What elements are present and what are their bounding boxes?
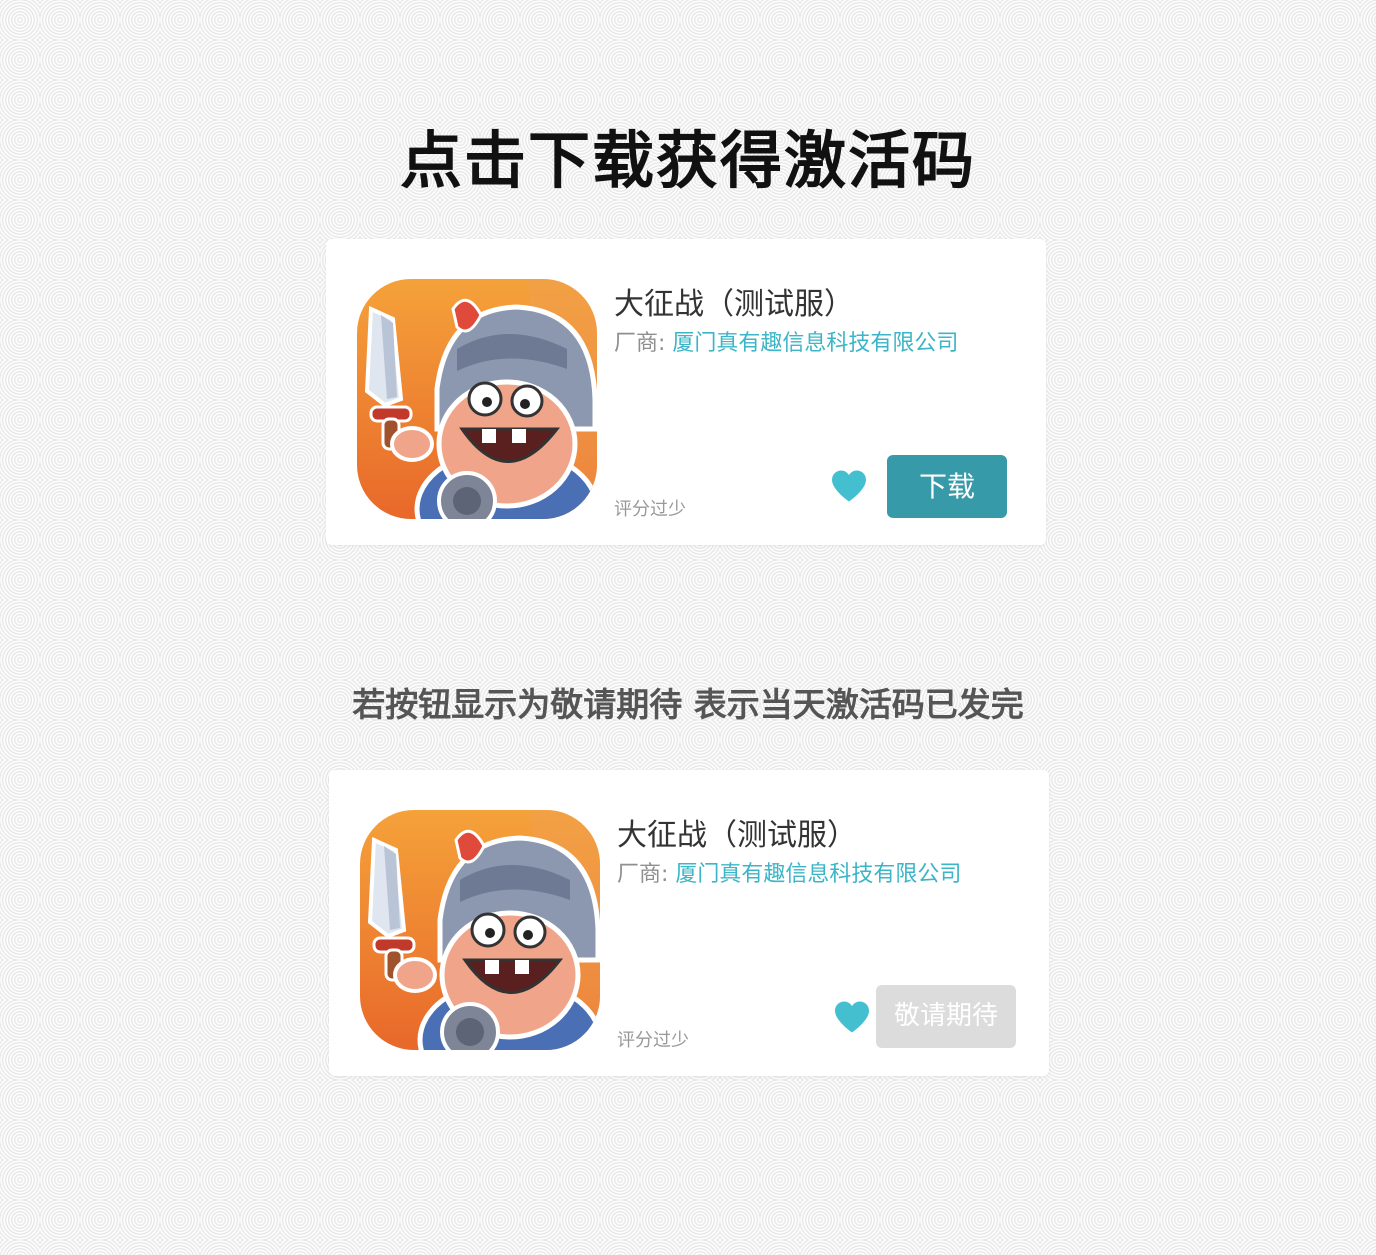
rating-text: 评分过少 bbox=[614, 499, 686, 520]
vendor-info: 厂商: 厦门真有趣信息科技有限公司 bbox=[614, 325, 958, 357]
app-card: 大征战（测试服） 厂商: 厦门真有趣信息科技有限公司 评分过少 敬请期待 bbox=[329, 770, 1049, 1076]
download-button[interactable]: 下载 bbox=[887, 455, 1007, 518]
heart-icon[interactable] bbox=[830, 469, 868, 503]
app-name: 大征战（测试服） bbox=[617, 818, 857, 853]
notice-text: 若按钮显示为敬请期待 表示当天激活码已发完 bbox=[352, 685, 1024, 724]
game-character-icon bbox=[360, 810, 600, 1050]
coming-soon-button[interactable]: 敬请期待 bbox=[876, 985, 1016, 1048]
heart-icon[interactable] bbox=[833, 1000, 871, 1034]
app-icon[interactable] bbox=[360, 810, 600, 1050]
vendor-label: 厂商: bbox=[617, 862, 669, 887]
app-card: 大征战（测试服） 厂商: 厦门真有趣信息科技有限公司 评分过少 下载 bbox=[326, 239, 1046, 545]
page-title: 点击下载获得激活码 bbox=[399, 124, 976, 197]
vendor-name-link[interactable]: 厦门真有趣信息科技有限公司 bbox=[675, 862, 961, 887]
rating-text: 评分过少 bbox=[617, 1030, 689, 1051]
vendor-label: 厂商: bbox=[614, 331, 666, 356]
vendor-name-link[interactable]: 厦门真有趣信息科技有限公司 bbox=[672, 331, 958, 356]
game-character-icon bbox=[357, 279, 597, 519]
vendor-info: 厂商: 厦门真有趣信息科技有限公司 bbox=[617, 856, 961, 888]
app-name: 大征战（测试服） bbox=[614, 287, 854, 322]
app-icon[interactable] bbox=[357, 279, 597, 519]
